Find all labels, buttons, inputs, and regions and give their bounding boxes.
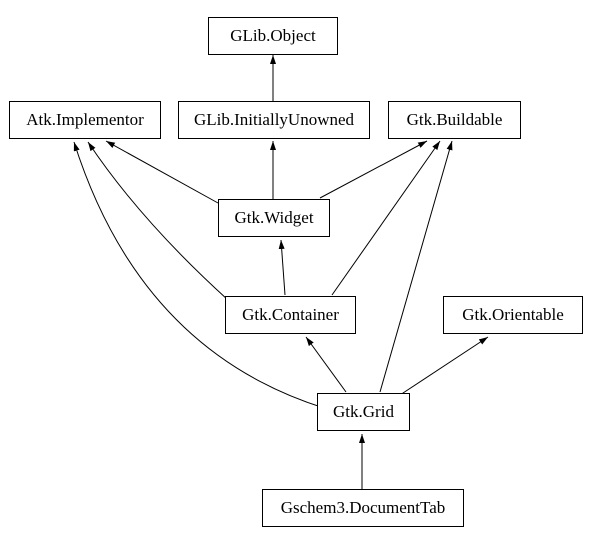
node-gtk-container: Gtk.Container	[225, 296, 356, 334]
node-atk-implementor: Atk.Implementor	[9, 101, 161, 139]
node-glib-initially-unowned: GLib.InitiallyUnowned	[178, 101, 370, 139]
node-label: GLib.Object	[230, 26, 315, 46]
node-label: Gtk.Orientable	[462, 305, 564, 325]
node-label: Atk.Implementor	[26, 110, 144, 130]
node-glib-object: GLib.Object	[208, 17, 338, 55]
node-label: Gtk.Buildable	[407, 110, 503, 130]
node-label: Gtk.Widget	[234, 208, 313, 228]
node-label: Gschem3.DocumentTab	[281, 498, 446, 518]
node-gtk-widget: Gtk.Widget	[218, 199, 330, 237]
node-label: GLib.InitiallyUnowned	[194, 110, 354, 130]
node-gtk-orientable: Gtk.Orientable	[443, 296, 583, 334]
node-gschem3-document-tab: Gschem3.DocumentTab	[262, 489, 464, 527]
node-gtk-grid: Gtk.Grid	[317, 393, 410, 431]
node-label: Gtk.Container	[242, 305, 339, 325]
node-label: Gtk.Grid	[333, 402, 394, 422]
node-gtk-buildable: Gtk.Buildable	[388, 101, 521, 139]
